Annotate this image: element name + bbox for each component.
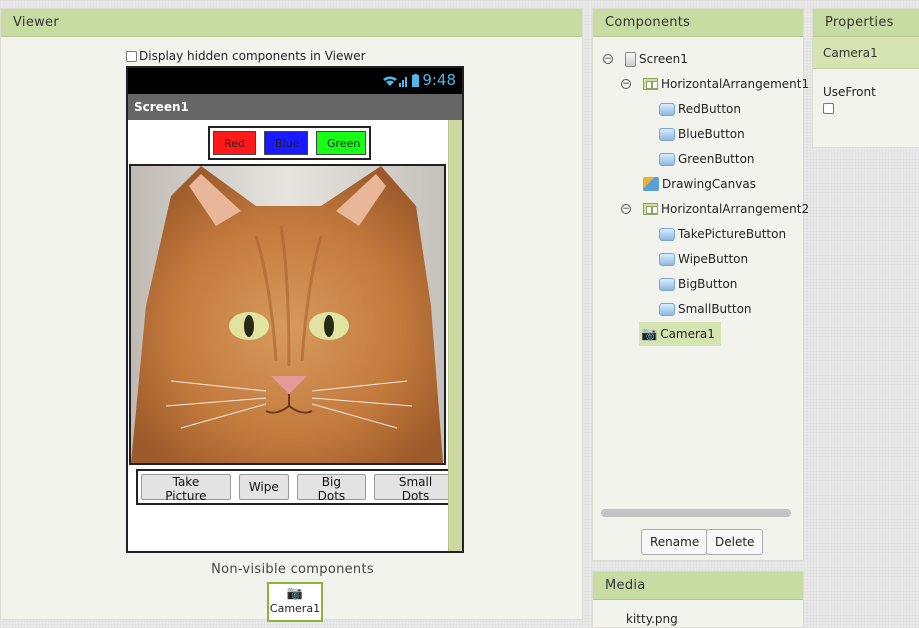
button-icon (659, 152, 675, 166)
properties-component-name: Camera1 (813, 37, 919, 69)
viewer-header: Viewer (1, 9, 582, 37)
components-header: Components (593, 9, 803, 37)
components-panel: Components − Screen1 − HorizontalArrange… (592, 8, 809, 561)
camera-icon: 📷 (641, 326, 658, 342)
tree-item-redbutton[interactable]: RedButton (659, 99, 741, 119)
small-dots-button[interactable]: Small Dots (374, 474, 457, 503)
tree-item-label: RedButton (678, 102, 741, 116)
button-icon (659, 277, 675, 291)
big-dots-button[interactable]: Big Dots (296, 474, 366, 503)
display-hidden-checkbox[interactable] (126, 50, 137, 62)
tree-item-label: HorizontalArrangement1 (661, 77, 810, 91)
tree-item-drawingcanvas[interactable]: DrawingCanvas (643, 174, 756, 194)
green-button[interactable]: Green (316, 131, 366, 155)
tree-item-label: GreenButton (678, 152, 755, 166)
button-icon (659, 302, 675, 316)
tree-item-label: Screen1 (639, 52, 688, 66)
display-hidden-label: Display hidden components in Viewer (139, 49, 366, 63)
screen-area: Red Blue Green Take Picture Wipe Big Dot… (128, 120, 462, 551)
tree-item-label: HorizontalArrangement2 (661, 202, 810, 216)
tree-item-wipebutton[interactable]: WipeButton (659, 249, 748, 269)
screen-title-bar: Screen1 (128, 94, 462, 120)
blue-button[interactable]: Blue (264, 131, 308, 155)
tree-item-screen1[interactable]: − Screen1 (603, 49, 688, 69)
signal-battery-icon (382, 74, 422, 92)
properties-header: Properties (813, 9, 919, 37)
tree-item-label: BlueButton (678, 127, 745, 141)
tree-item-label: WipeButton (678, 252, 749, 266)
tree-item-bluebutton[interactable]: BlueButton (659, 124, 745, 144)
viewer-panel: Viewer Display hidden components in View… (0, 8, 583, 622)
usefront-label: UseFront (823, 85, 876, 99)
collapse-icon[interactable]: − (621, 204, 631, 214)
media-file-item[interactable]: kitty.png (626, 612, 678, 626)
horizontal-arrangement-actions[interactable]: Take Picture Wipe Big Dots Small Dots (136, 469, 462, 505)
tree-item-takepicturebutton[interactable]: TakePictureButton (659, 224, 786, 244)
horizontal-arrangement-icon (643, 203, 658, 215)
tree-item-greenbutton[interactable]: GreenButton (659, 149, 755, 169)
delete-button[interactable]: Delete (706, 529, 764, 555)
tree-item-horizontalarrangement1[interactable]: − HorizontalArrangement1 (621, 74, 809, 94)
tree-item-camera1[interactable]: 📷 Camera1 (639, 322, 721, 346)
collapse-icon[interactable]: − (621, 79, 631, 89)
button-icon (659, 227, 675, 241)
tree-item-horizontalarrangement2[interactable]: − HorizontalArrangement2 (621, 199, 809, 219)
display-hidden-toggle[interactable]: Display hidden components in Viewer (126, 49, 366, 63)
button-icon (659, 102, 675, 116)
button-icon (659, 127, 675, 141)
horizontal-arrangement-icon (643, 78, 658, 90)
tree-item-label: DrawingCanvas (662, 177, 756, 191)
tree-item-smallbutton[interactable]: SmallButton (659, 299, 752, 319)
components-horizontal-scrollbar[interactable] (601, 509, 791, 517)
nonvisible-camera1-label: Camera1 (269, 602, 321, 615)
status-bar: 9:48 (128, 68, 462, 94)
tree-item-label: BigButton (678, 277, 738, 291)
drawing-canvas[interactable] (129, 164, 446, 465)
cat-photo (131, 166, 444, 463)
tree-item-bigbutton[interactable]: BigButton (659, 274, 737, 294)
rename-button[interactable]: Rename (641, 529, 709, 555)
tree-item-label: TakePictureButton (678, 227, 787, 241)
nonvisible-camera1[interactable]: 📷 Camera1 (267, 582, 323, 622)
properties-panel: Properties Camera1 UseFront (812, 8, 919, 148)
tree-item-label: SmallButton (678, 302, 752, 316)
button-icon (659, 252, 675, 266)
clock: 9:48 (422, 71, 456, 89)
take-picture-button[interactable]: Take Picture (141, 474, 231, 503)
red-button[interactable]: Red (213, 131, 256, 155)
wipe-button[interactable]: Wipe (238, 474, 289, 500)
usefront-checkbox[interactable] (823, 103, 834, 114)
collapse-icon[interactable]: − (603, 54, 613, 64)
camera-icon: 📷 (286, 586, 304, 601)
screen-icon (625, 51, 636, 67)
media-header: Media (593, 572, 803, 600)
tree-item-label: Camera1 (660, 327, 715, 341)
canvas-icon (643, 177, 659, 191)
horizontal-arrangement-colors[interactable]: Red Blue Green (208, 126, 371, 160)
phone-scrollbar[interactable] (448, 120, 462, 551)
phone-preview: 9:48 Screen1 Red Blue Green Take Picture… (126, 66, 464, 553)
nonvisible-components-label: Non-visible components (211, 562, 374, 577)
media-panel: Media kitty.png (592, 571, 804, 628)
